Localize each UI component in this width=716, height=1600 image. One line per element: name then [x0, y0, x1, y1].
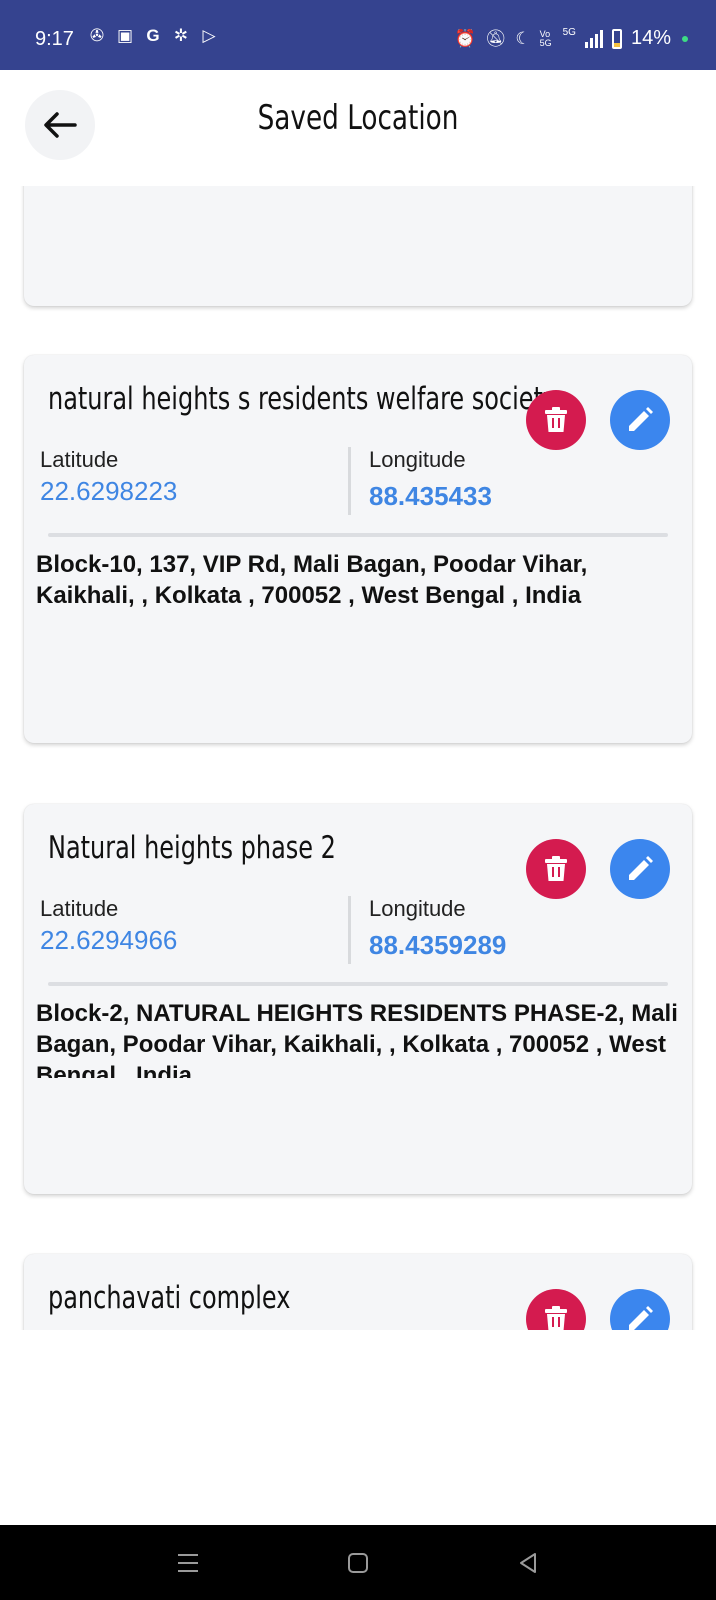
system-nav-bar	[0, 1525, 716, 1600]
longitude-label: Longitude	[369, 447, 466, 472]
system-icons: ⏰ 🔕︎ ☾ Vo 5G 5G 14%	[455, 27, 688, 50]
google-icon: G	[146, 26, 160, 45]
card-divider	[48, 982, 668, 986]
location-name: natural heights s residents welfare soci…	[48, 381, 558, 417]
delete-button[interactable]	[526, 839, 586, 899]
app-notification-icon: ✇	[89, 26, 105, 45]
menu-icon[interactable]	[174, 1549, 202, 1577]
trash-icon	[545, 407, 567, 432]
longitude-value: 88.435433	[369, 481, 492, 511]
location-address: Block-2, NATURAL HEIGHTS RESIDENTS PHASE…	[36, 1000, 678, 1078]
network-type-icon: 5G	[562, 27, 576, 38]
longitude-block: Longitude 88.435433	[348, 447, 492, 515]
dnd-moon-icon: ☾	[515, 28, 531, 48]
location-name: Natural heights phase 2	[48, 830, 336, 866]
location-name: panchavati complex	[48, 1280, 291, 1316]
latitude-value: 22.6298223	[40, 476, 178, 506]
location-card: panchavati complex	[24, 1254, 692, 1330]
longitude-block: Longitude 88.4359289	[348, 896, 506, 964]
delete-button[interactable]	[526, 390, 586, 450]
edit-button[interactable]	[610, 1289, 670, 1330]
trash-icon	[545, 856, 567, 881]
signal-icon	[584, 29, 603, 48]
status-bar: 9:17 ✇ ▣ G ✲ ▷ ⏰ 🔕︎ ☾ Vo 5G 5G 14%	[0, 0, 716, 70]
edit-button[interactable]	[610, 839, 670, 899]
location-address: Block-10, 137, VIP Rd, Mali Bagan, Pooda…	[36, 551, 588, 609]
location-card: natural heights s residents welfare soci…	[24, 355, 692, 743]
latitude-block: Latitude 22.6294966	[40, 896, 177, 956]
location-card	[24, 186, 692, 306]
settings-icon: ✲	[173, 26, 189, 45]
status-dot	[682, 35, 688, 42]
card-divider	[48, 533, 668, 537]
delete-button[interactable]	[526, 1289, 586, 1330]
latitude-label: Latitude	[40, 447, 119, 472]
battery-percent: 14%	[630, 27, 671, 49]
alarm-icon: ⏰	[454, 28, 476, 48]
location-card: Natural heights phase 2 Latitude 22.6294…	[24, 804, 692, 1194]
status-time: 9:17	[35, 28, 74, 50]
latitude-label: Latitude	[40, 896, 119, 921]
pencil-icon	[629, 856, 653, 880]
latitude-value: 22.6294966	[40, 925, 178, 955]
pencil-icon	[629, 407, 653, 431]
longitude-value: 88.4359289	[369, 930, 507, 960]
mute-icon: 🔕︎	[484, 28, 507, 48]
battery-icon	[611, 28, 622, 49]
photo-notification-icon: ▣	[116, 26, 134, 45]
page-title: Saved Location	[257, 98, 459, 138]
edit-button[interactable]	[610, 390, 670, 450]
saved-location-list[interactable]: natural heights s residents welfare soci…	[0, 186, 716, 1330]
longitude-label: Longitude	[369, 896, 466, 921]
trash-icon	[545, 1306, 567, 1330]
notification-icons: ✇ ▣ G ✲ ▷	[88, 27, 218, 45]
back-triangle-icon[interactable]	[514, 1549, 542, 1577]
play-store-icon: ▷	[202, 26, 216, 45]
pencil-icon	[629, 1306, 653, 1330]
latitude-block: Latitude 22.6298223	[40, 447, 177, 507]
home-icon[interactable]	[344, 1549, 372, 1577]
volte-icon: Vo 5G	[539, 28, 552, 48]
